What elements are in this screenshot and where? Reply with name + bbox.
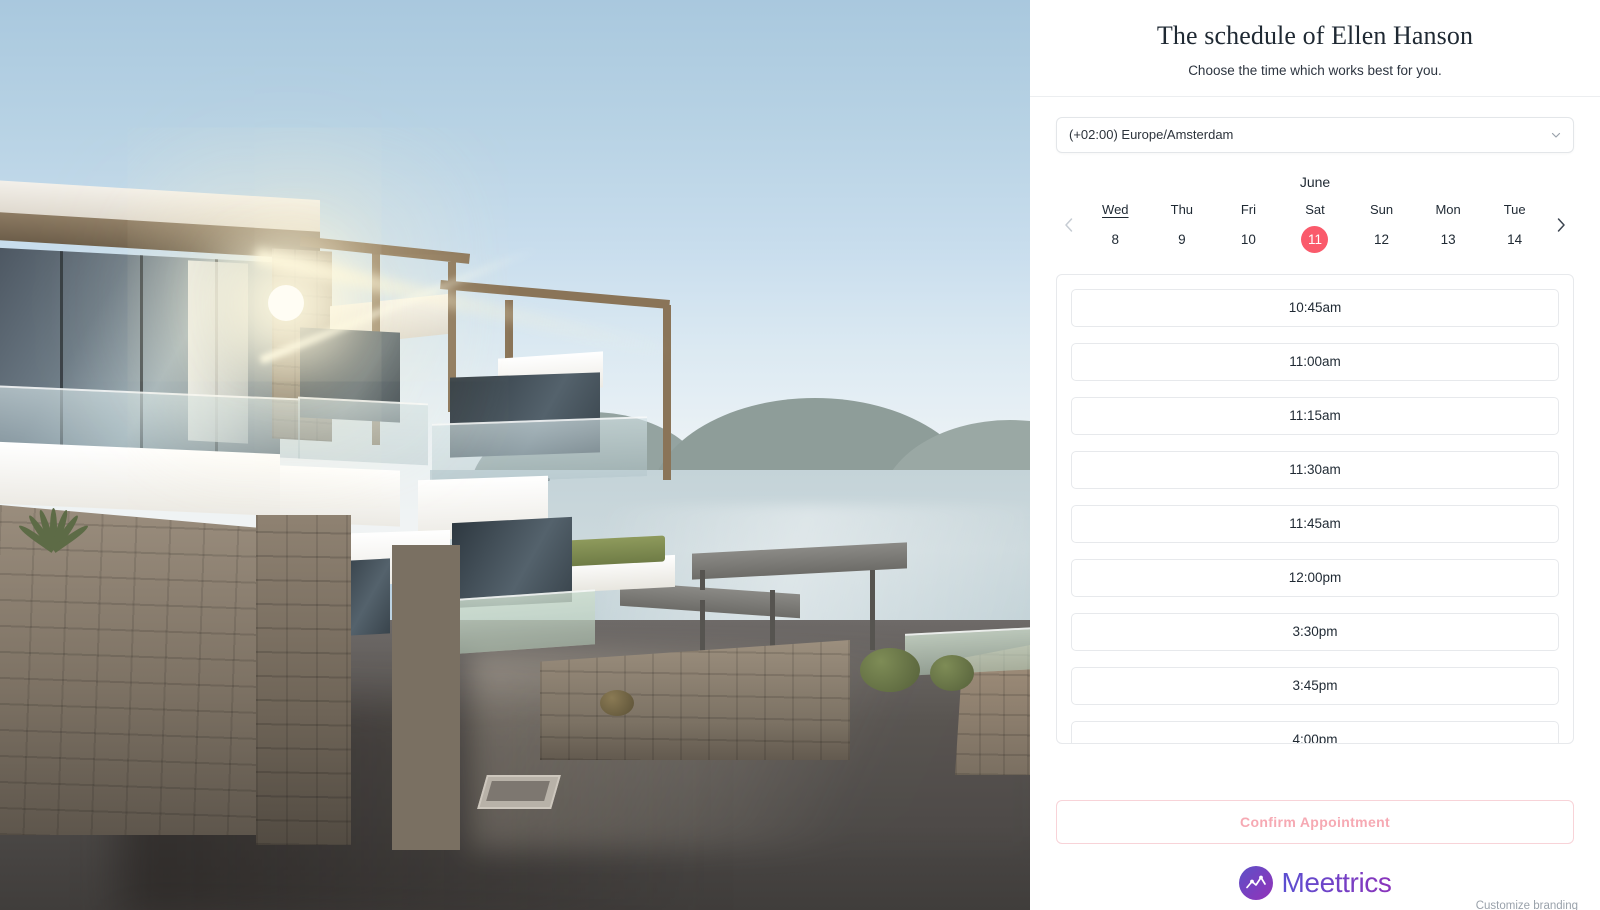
villa-photo [0, 0, 1030, 910]
calendar-day-strip: Wed 8 Thu 9 Fri 10 Sat 11 Sun 12 Mon 13 … [1056, 202, 1574, 253]
calendar-day-12[interactable]: Sun 12 [1357, 202, 1407, 253]
stone-column [256, 515, 351, 845]
time-slot-list: 10:45am 11:00am 11:15am 11:30am 11:45am … [1056, 273, 1574, 744]
booking-panel: The schedule of Ellen Hanson Choose the … [1030, 0, 1600, 910]
time-slot-button[interactable]: 10:45am [1071, 288, 1559, 327]
day-name: Fri [1240, 201, 1256, 217]
calendar-day-13[interactable]: Mon 13 [1423, 202, 1473, 253]
time-slot-label: 12:00pm [1288, 570, 1342, 585]
calendar-days: Wed 8 Thu 9 Fri 10 Sat 11 Sun 12 Mon 13 … [1082, 202, 1548, 253]
calendar-day-8[interactable]: Wed 8 [1090, 202, 1140, 253]
time-slot-button[interactable]: 3:30pm [1071, 612, 1559, 651]
day-name: Wed [1102, 201, 1129, 217]
timezone-select[interactable]: (+02:00) Europe/Amsterdam [1056, 116, 1574, 153]
day-name: Tue [1503, 201, 1526, 217]
time-slot-button[interactable]: 12:00pm [1071, 558, 1559, 597]
calendar-day-9[interactable]: Thu 9 [1157, 202, 1207, 253]
pergola-post [663, 305, 671, 480]
confirm-appointment-button[interactable]: Confirm Appointment [1056, 800, 1574, 844]
shrub [860, 648, 920, 692]
agave-plant [8, 480, 104, 553]
stone-column-mid [392, 545, 460, 850]
panel-header: The schedule of Ellen Hanson Choose the … [1030, 0, 1600, 97]
calendar-day-10[interactable]: Fri 10 [1223, 202, 1273, 253]
customize-branding-link[interactable]: Customize branding [1476, 900, 1578, 910]
time-slot-button[interactable]: 11:00am [1071, 342, 1559, 381]
meettrics-logo-icon [1238, 866, 1273, 900]
time-slot-label: 10:45am [1288, 300, 1342, 315]
time-slot-label: 11:15am [1289, 408, 1341, 423]
time-slot-label: 4:00pm [1292, 732, 1338, 743]
time-slot-button[interactable]: 4:00pm [1071, 720, 1559, 743]
time-slot-button[interactable]: 3:45pm [1071, 666, 1559, 705]
timezone-selector-wrap: (+02:00) Europe/Amsterdam [1056, 116, 1574, 153]
stone-wall-main [0, 505, 300, 835]
time-slot-label: 11:45am [1289, 516, 1341, 531]
day-number: 11 [1301, 225, 1329, 253]
shrub [930, 655, 974, 691]
day-name: Thu [1170, 201, 1194, 217]
confirm-appointment-label: Confirm Appointment [1240, 814, 1390, 830]
pavilion-post [700, 570, 705, 590]
time-slot-button[interactable]: 11:15am [1071, 396, 1559, 435]
calendar-month-label: June [1299, 173, 1331, 190]
day-name: Sat [1305, 201, 1325, 217]
chevron-down-icon [1550, 129, 1562, 141]
day-number: 12 [1374, 231, 1390, 247]
calendar-day-11[interactable]: Sat 11 [1290, 202, 1340, 253]
time-slot-label: 11:30am [1289, 462, 1341, 477]
brand-name: Meettrics [1281, 867, 1392, 898]
chevron-right-icon [1553, 215, 1569, 240]
calendar-day-14[interactable]: Tue 14 [1490, 202, 1540, 253]
day-number: 8 [1111, 231, 1120, 247]
day-number: 14 [1507, 231, 1523, 247]
scheduling-page: The schedule of Ellen Hanson Choose the … [0, 0, 1600, 910]
time-slot-label: 11:00am [1289, 354, 1341, 369]
confirm-section: Confirm Appointment [1030, 780, 1600, 844]
day-number: 10 [1240, 231, 1256, 247]
time-slot-label: 3:30pm [1292, 624, 1338, 639]
chevron-left-icon [1061, 215, 1077, 240]
sun-flare [268, 285, 304, 321]
time-slot-scroll-area[interactable]: 10:45am 11:00am 11:15am 11:30am 11:45am … [1057, 275, 1573, 743]
brand-logo[interactable]: Meettrics [1238, 866, 1392, 900]
panel-footer: Meettrics Customize branding [1030, 844, 1600, 910]
day-name: Sun [1369, 201, 1394, 217]
time-slot-label: 3:45pm [1292, 678, 1338, 693]
pavilion-post [870, 570, 875, 650]
page-title: The schedule of Ellen Hanson [1156, 21, 1474, 50]
day-number: 13 [1440, 231, 1456, 247]
panel-body: (+02:00) Europe/Amsterdam June Wed 8 Thu… [1030, 97, 1600, 781]
glass-railing [298, 396, 428, 466]
ground-drain-inner [486, 781, 550, 801]
calendar-prev-week-button[interactable] [1056, 208, 1082, 246]
timezone-value: (+02:00) Europe/Amsterdam [1069, 127, 1234, 142]
glass-railing [432, 416, 647, 484]
page-subtitle: Choose the time which works best for you… [1188, 62, 1442, 78]
calendar-next-week-button[interactable] [1548, 208, 1574, 246]
hero-image [0, 0, 1030, 910]
day-number: 9 [1178, 231, 1186, 247]
shrub [600, 690, 634, 716]
day-name: Mon [1435, 201, 1461, 217]
time-slot-button[interactable]: 11:30am [1071, 450, 1559, 489]
time-slot-button[interactable]: 11:45am [1071, 504, 1559, 543]
